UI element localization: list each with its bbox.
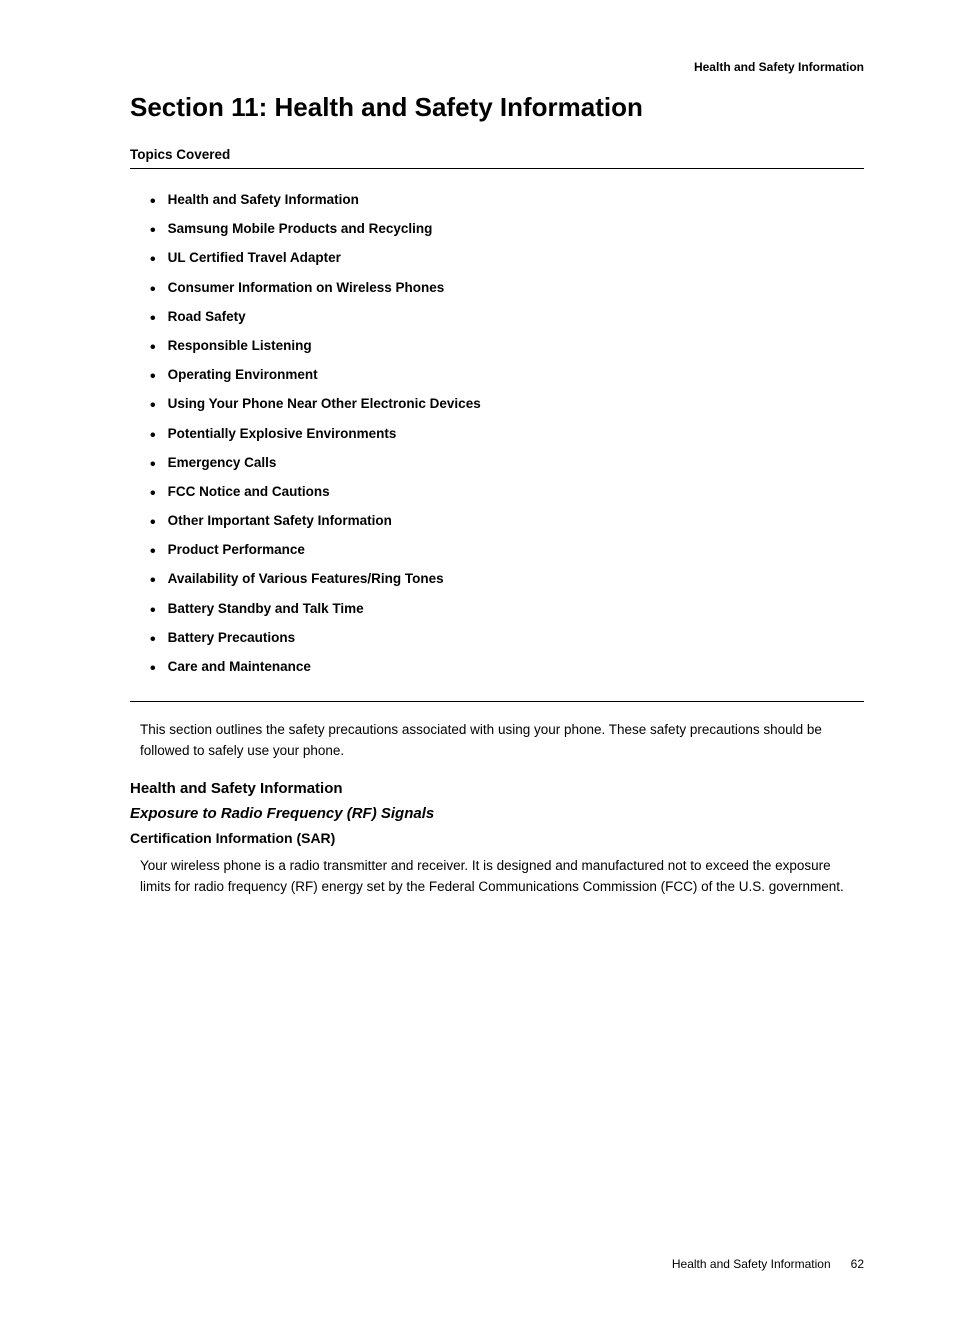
list-item: Consumer Information on Wireless Phones: [150, 275, 864, 304]
list-item-text: Other Important Safety Information: [168, 513, 392, 528]
page-container: Health and Safety Information Section 11…: [0, 0, 954, 1319]
intro-text: This section outlines the safety precaut…: [140, 720, 864, 762]
list-item-text: Consumer Information on Wireless Phones: [168, 280, 445, 295]
topics-list: Health and Safety Information Samsung Mo…: [150, 187, 864, 683]
list-item-text: Care and Maintenance: [168, 659, 311, 674]
list-item-text: Using Your Phone Near Other Electronic D…: [168, 396, 481, 411]
list-item: Battery Precautions: [150, 625, 864, 654]
content-heading-2: Exposure to Radio Frequency (RF) Signals: [130, 805, 864, 822]
list-item-text: Responsible Listening: [168, 338, 312, 353]
list-item: Samsung Mobile Products and Recycling: [150, 216, 864, 245]
list-item-text: Potentially Explosive Environments: [168, 426, 397, 441]
page-footer: Health and Safety Information 62: [672, 1257, 864, 1271]
list-item: UL Certified Travel Adapter: [150, 245, 864, 274]
list-item: Product Performance: [150, 537, 864, 566]
bottom-divider: [130, 701, 864, 702]
list-item-text: Emergency Calls: [168, 455, 277, 470]
list-item: Availability of Various Features/Ring To…: [150, 566, 864, 595]
list-item: Emergency Calls: [150, 450, 864, 479]
list-item-text: Product Performance: [168, 542, 305, 557]
top-divider: [130, 168, 864, 169]
topics-covered-heading: Topics Covered: [130, 147, 864, 162]
content-body: Your wireless phone is a radio transmitt…: [140, 856, 864, 898]
list-item-text: Health and Safety Information: [168, 192, 359, 207]
list-item: Battery Standby and Talk Time: [150, 596, 864, 625]
page-header-label: Health and Safety Information: [130, 60, 864, 74]
footer-label: Health and Safety Information: [672, 1257, 831, 1271]
content-heading-1: Health and Safety Information: [130, 780, 864, 797]
list-item: Using Your Phone Near Other Electronic D…: [150, 391, 864, 420]
list-item-text: Availability of Various Features/Ring To…: [168, 571, 444, 586]
list-item-text: Battery Precautions: [168, 630, 296, 645]
footer-page-number: 62: [851, 1257, 864, 1271]
list-item: Care and Maintenance: [150, 654, 864, 683]
section-title: Section 11: Health and Safety Informatio…: [130, 92, 864, 123]
list-item-text: Operating Environment: [168, 367, 318, 382]
list-item: Road Safety: [150, 304, 864, 333]
list-item: Other Important Safety Information: [150, 508, 864, 537]
list-item: Potentially Explosive Environments: [150, 421, 864, 450]
list-item: Responsible Listening: [150, 333, 864, 362]
content-heading-3: Certification Information (SAR): [130, 830, 864, 846]
list-item-text: Road Safety: [168, 309, 246, 324]
list-item: FCC Notice and Cautions: [150, 479, 864, 508]
list-item: Operating Environment: [150, 362, 864, 391]
list-item-text: UL Certified Travel Adapter: [168, 250, 341, 265]
list-item-text: Samsung Mobile Products and Recycling: [168, 221, 433, 236]
list-item: Health and Safety Information: [150, 187, 864, 216]
list-item-text: Battery Standby and Talk Time: [168, 601, 364, 616]
list-item-text: FCC Notice and Cautions: [168, 484, 330, 499]
